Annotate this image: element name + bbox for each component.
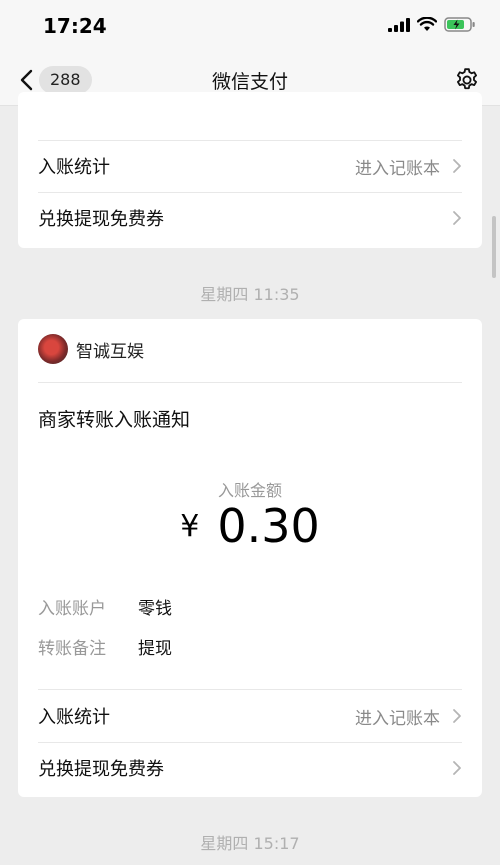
detail-row-account: 入账账户 零钱	[38, 594, 172, 619]
merchant-header[interactable]: 智诚互娱	[38, 334, 144, 364]
page-title: 微信支付	[211, 71, 288, 93]
withdraw-coupon-label: 兑换提现免费券	[38, 759, 164, 780]
withdraw-coupon-label: 兑换提现免费券	[38, 209, 164, 230]
chevron-right-icon	[453, 211, 461, 225]
withdraw-coupon-row[interactable]: 兑换提现免费券	[38, 742, 462, 794]
amount-number: 0.30	[217, 499, 320, 553]
amount-label: 入账金额	[217, 481, 282, 500]
chevron-right-icon	[453, 709, 461, 723]
status-icons	[388, 17, 476, 32]
notification-title: 商家转账入账通知	[38, 409, 191, 431]
entry-stats-label: 入账统计	[38, 707, 110, 728]
message-card-previous: 入账统计 进入记账本 兑换提现免费券	[18, 92, 482, 248]
open-ledger-link[interactable]: 进入记账本	[355, 704, 440, 729]
signal-icon	[388, 17, 410, 32]
detail-value: 零钱	[138, 599, 172, 619]
withdraw-coupon-row[interactable]: 兑换提现免费券	[38, 192, 462, 244]
transfer-notification-card[interactable]: 智诚互娱 商家转账入账通知 入账金额 ¥0.30 入账账户 零钱 转账备注 提现…	[18, 319, 482, 797]
amount-value: ¥0.30	[18, 499, 482, 553]
timestamp: 星期四 11:35	[200, 285, 300, 304]
detail-key: 入账账户	[38, 599, 106, 619]
merchant-avatar	[38, 334, 68, 364]
wifi-icon	[417, 17, 437, 31]
entry-stats-label: 入账统计	[38, 157, 110, 178]
status-bar: 17:24	[0, 0, 500, 55]
gear-icon[interactable]	[454, 67, 480, 93]
battery-icon	[444, 17, 475, 32]
detail-key: 转账备注	[38, 639, 106, 659]
scrollbar[interactable]	[492, 216, 496, 278]
open-ledger-link[interactable]: 进入记账本	[355, 154, 440, 179]
detail-value: 提现	[138, 639, 172, 659]
entry-stats-row[interactable]: 入账统计 进入记账本	[38, 140, 462, 192]
currency-symbol: ¥	[180, 509, 200, 544]
merchant-name: 智诚互娱	[76, 341, 144, 362]
divider	[38, 382, 462, 383]
chevron-right-icon	[453, 159, 461, 173]
timestamp: 星期四 15:17	[200, 834, 300, 853]
detail-row-remark: 转账备注 提现	[38, 634, 172, 659]
chevron-right-icon	[453, 761, 461, 775]
status-time: 17:24	[43, 14, 107, 38]
entry-stats-row[interactable]: 入账统计 进入记账本	[38, 690, 462, 742]
